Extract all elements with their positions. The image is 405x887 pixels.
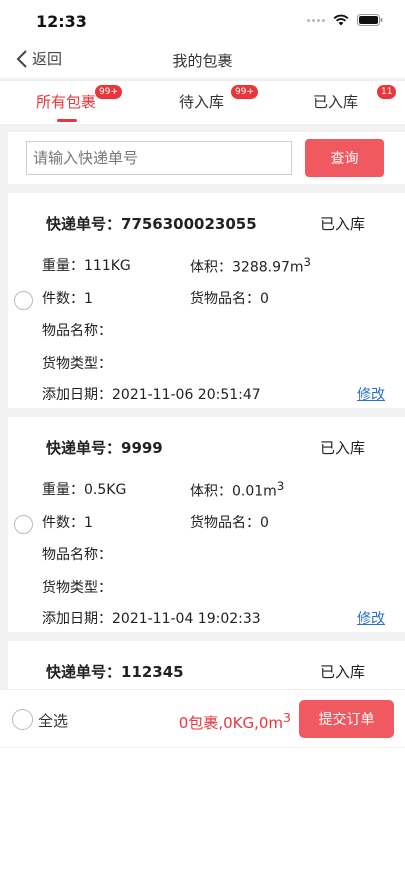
signal-icon xyxy=(307,18,325,22)
tab-pending[interactable]: 待入库 xyxy=(179,91,224,112)
pieces: 件数：1 xyxy=(42,291,93,307)
status-badge: 已入库 xyxy=(320,215,366,233)
goods-name: 货物品名：0 xyxy=(190,515,269,531)
added-date: 添加日期：2021-11-06 20:51:47 xyxy=(42,387,261,403)
tab-label: 待入库 xyxy=(179,93,225,111)
weight: 重量：0.5KG xyxy=(42,482,127,498)
volume-value: 体积：0.01m xyxy=(190,483,277,500)
pieces: 件数：1 xyxy=(42,515,93,531)
page-title: 我的包裹 xyxy=(172,52,233,70)
volume-unit-exponent: 3 xyxy=(303,255,311,269)
status-badge: 已入库 xyxy=(320,663,366,681)
status-bar: 12:33 xyxy=(0,0,405,42)
status-time: 12:33 xyxy=(36,12,87,31)
tab-bar: 所有包裹 99+ 待入库 99+ 已入库 11 xyxy=(0,80,405,124)
summary-unit-exponent: 3 xyxy=(283,710,291,725)
package-card: 快递单号：9999 已入库 重量：0.5KG 体积：0.01m3 件数：1 货物… xyxy=(8,417,405,632)
tab-stored[interactable]: 已入库 xyxy=(313,91,358,112)
tracking-search-input[interactable] xyxy=(26,141,292,175)
selection-summary: 0包裹,0KG,0m3 xyxy=(179,710,291,733)
tab-badge-stored: 11 xyxy=(377,85,397,99)
tracking-number: 快递单号：112345 xyxy=(46,663,184,681)
weight: 重量：111KG xyxy=(42,258,131,274)
package-card: 快递单号：7756300023055 已入库 重量：111KG 体积：3288.… xyxy=(8,193,405,408)
select-all-radio[interactable] xyxy=(12,709,33,730)
item-name: 物品名称： xyxy=(42,323,112,339)
search-button[interactable]: 查询 xyxy=(305,139,384,177)
submit-order-button[interactable]: 提交订单 xyxy=(299,700,394,738)
select-package-radio[interactable] xyxy=(14,515,33,534)
volume-value: 体积：3288.97m xyxy=(190,259,304,276)
bottom-action-bar: 全选 0包裹,0KG,0m3 提交订单 xyxy=(0,689,405,747)
edit-link[interactable]: 修改 xyxy=(357,384,385,404)
battery-icon xyxy=(357,14,383,26)
tab-label: 已入库 xyxy=(313,93,359,111)
select-all-label[interactable]: 全选 xyxy=(38,710,68,731)
empty-area xyxy=(0,748,405,887)
goods-name: 货物品名：0 xyxy=(190,291,269,307)
volume-unit-exponent: 3 xyxy=(276,479,285,493)
item-name: 物品名称： xyxy=(42,547,112,563)
tab-badge-all: 99+ xyxy=(95,85,122,99)
tab-active-indicator xyxy=(57,119,77,122)
select-package-radio[interactable] xyxy=(14,291,33,310)
status-badge: 已入库 xyxy=(320,439,366,457)
tab-badge-pending: 99+ xyxy=(231,85,258,99)
goods-type: 货物类型： xyxy=(42,356,112,372)
wifi-icon xyxy=(333,14,349,26)
search-bar: 查询 xyxy=(8,132,405,184)
edit-link[interactable]: 修改 xyxy=(357,608,385,628)
volume: 体积：0.01m3 xyxy=(190,479,284,501)
summary-value: 0包裹,0KG,0m xyxy=(178,714,284,732)
tracking-number: 快递单号：7756300023055 xyxy=(46,215,257,233)
added-date: 添加日期：2021-11-04 19:02:33 xyxy=(42,611,261,627)
volume: 体积：3288.97m3 xyxy=(190,255,311,277)
tab-all-packages[interactable]: 所有包裹 xyxy=(36,91,96,112)
nav-bar: 返回 我的包裹 xyxy=(0,42,405,78)
goods-type: 货物类型： xyxy=(42,580,112,596)
status-icons xyxy=(307,14,383,26)
package-card: 快递单号：112345 已入库 xyxy=(8,641,405,691)
tracking-number: 快递单号：9999 xyxy=(46,439,163,457)
tab-label: 所有包裹 xyxy=(36,93,97,111)
